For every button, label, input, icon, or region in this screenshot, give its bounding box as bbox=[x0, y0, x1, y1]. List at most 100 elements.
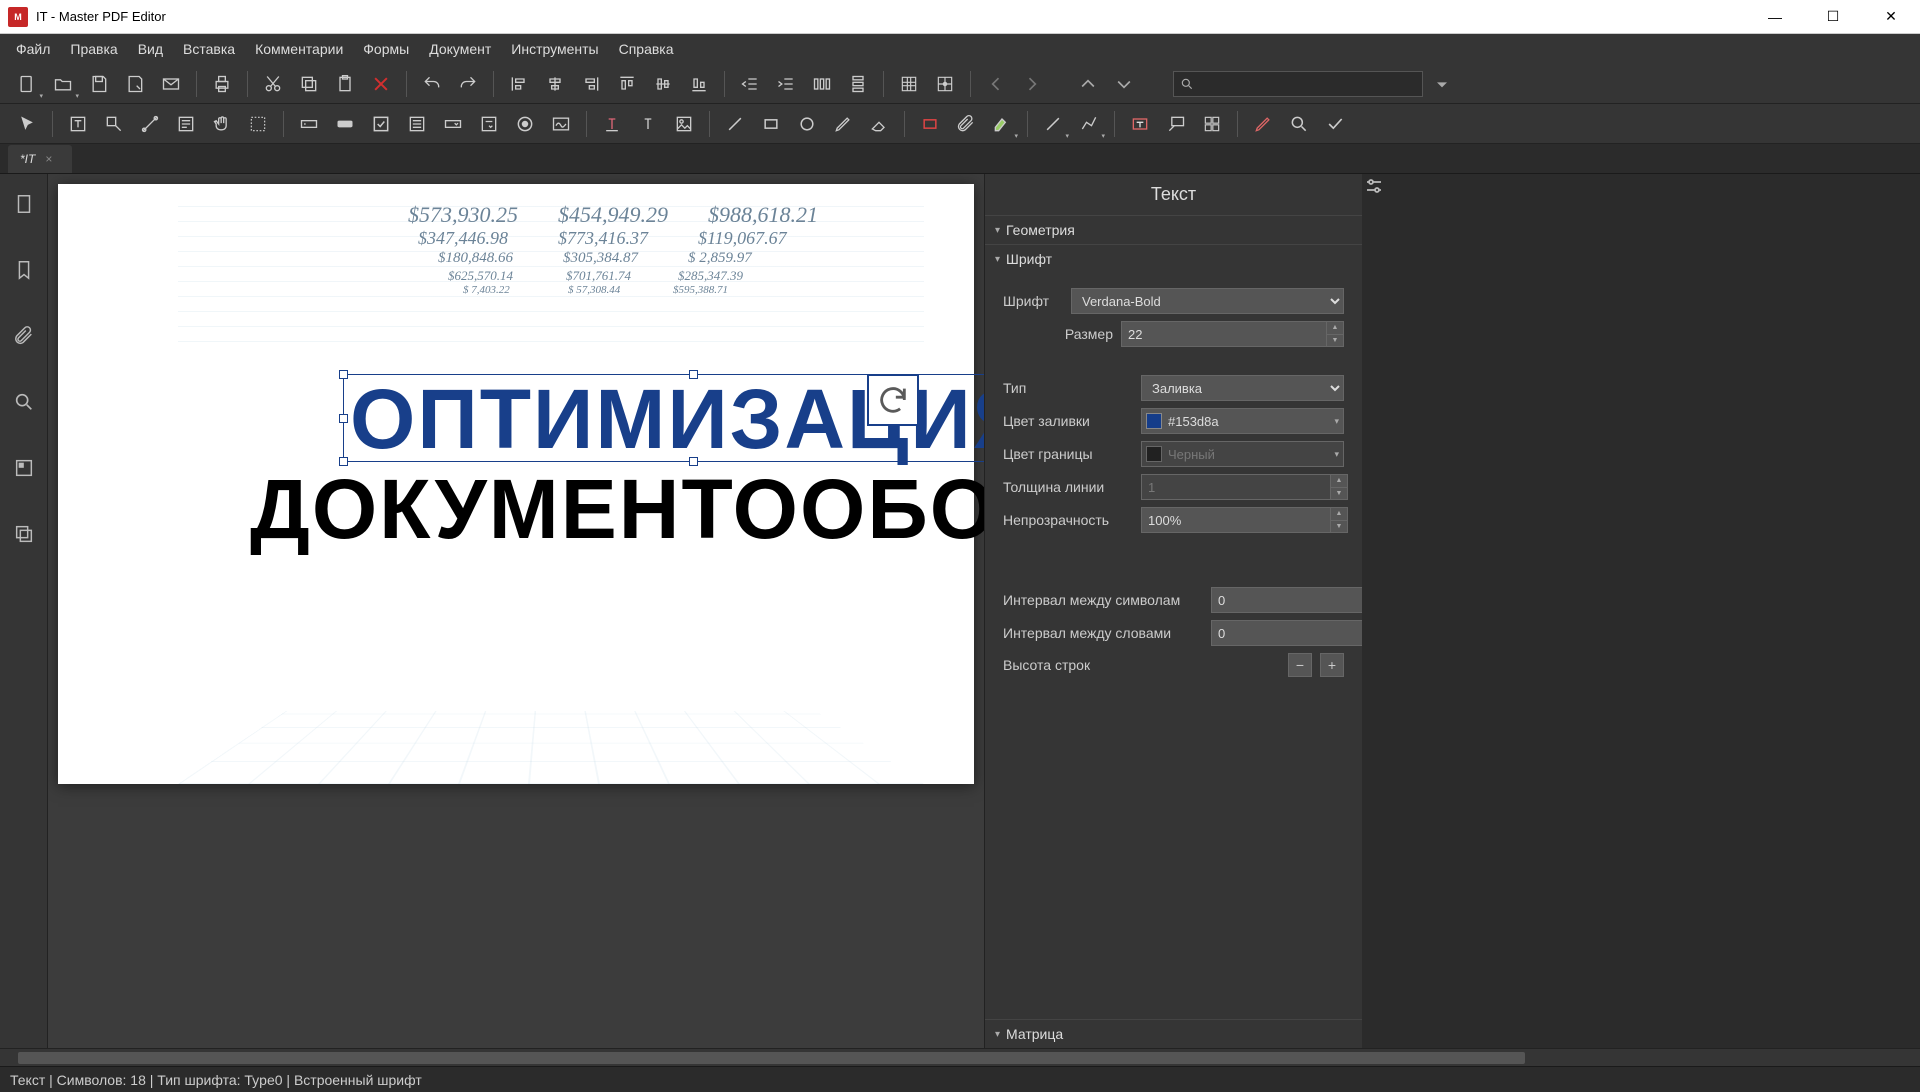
delete-button[interactable] bbox=[364, 67, 398, 101]
highlight-tool[interactable]: ▾ bbox=[985, 107, 1019, 141]
size-input[interactable] bbox=[1121, 321, 1327, 347]
search-panel-button[interactable] bbox=[4, 382, 44, 422]
section-font-header[interactable]: ▾ Шрифт bbox=[985, 245, 1362, 273]
pages-panel-button[interactable] bbox=[4, 184, 44, 224]
handle-tl[interactable] bbox=[339, 370, 348, 379]
button-tool[interactable] bbox=[328, 107, 362, 141]
zoom-tool[interactable] bbox=[1282, 107, 1316, 141]
prev-page-button[interactable] bbox=[979, 67, 1013, 101]
next-page-button[interactable] bbox=[1015, 67, 1049, 101]
edit-vector-tool[interactable] bbox=[133, 107, 167, 141]
opacity-input[interactable] bbox=[1141, 507, 1331, 533]
new-file-button[interactable]: ▾ bbox=[10, 67, 44, 101]
close-window-button[interactable]: ✕ bbox=[1862, 0, 1920, 33]
menu-view[interactable]: Вид bbox=[128, 36, 173, 62]
text-object-secondary[interactable]: ДОКУМЕНТООБОРОТА bbox=[250, 467, 984, 551]
search-input[interactable] bbox=[1200, 76, 1416, 91]
menu-file[interactable]: Файл bbox=[6, 36, 60, 62]
attachment-tool[interactable] bbox=[949, 107, 983, 141]
layers-panel-button[interactable] bbox=[4, 514, 44, 554]
distribute-h-button[interactable] bbox=[805, 67, 839, 101]
insert-text-tool[interactable] bbox=[595, 107, 629, 141]
text-field-tool[interactable] bbox=[292, 107, 326, 141]
canvas-scroll[interactable]: $573,930.25 $454,949.29 $988,618.21 $347… bbox=[48, 174, 984, 1048]
measure-tool[interactable] bbox=[1246, 107, 1280, 141]
select-tool[interactable] bbox=[241, 107, 275, 141]
pencil-tool[interactable] bbox=[826, 107, 860, 141]
checkbox-tool[interactable] bbox=[364, 107, 398, 141]
align-top-button[interactable] bbox=[610, 67, 644, 101]
polyline-tool[interactable]: ▾ bbox=[1072, 107, 1106, 141]
font-select[interactable]: Verdana-Bold bbox=[1071, 288, 1344, 314]
eraser-tool[interactable] bbox=[862, 107, 896, 141]
handle-tm[interactable] bbox=[689, 370, 698, 379]
redo-button[interactable] bbox=[451, 67, 485, 101]
linewidth-spinner[interactable]: ▲▼ bbox=[1330, 474, 1348, 500]
minimize-button[interactable]: — bbox=[1746, 0, 1804, 33]
paste-button[interactable] bbox=[328, 67, 362, 101]
line-tool[interactable] bbox=[718, 107, 752, 141]
email-button[interactable] bbox=[154, 67, 188, 101]
attachments-panel-button[interactable] bbox=[4, 316, 44, 356]
align-bottom-button[interactable] bbox=[682, 67, 716, 101]
tab-close-icon[interactable]: × bbox=[45, 152, 52, 166]
section-geometry-header[interactable]: ▾ Геометрия bbox=[985, 216, 1362, 244]
fill-type-select[interactable]: Заливка bbox=[1141, 375, 1344, 401]
page[interactable]: $573,930.25 $454,949.29 $988,618.21 $347… bbox=[58, 184, 974, 784]
maximize-button[interactable]: ☐ bbox=[1804, 0, 1862, 33]
align-left-button[interactable] bbox=[502, 67, 536, 101]
menu-tools[interactable]: Инструменты bbox=[501, 36, 608, 62]
horizontal-scrollbar[interactable] bbox=[0, 1048, 1920, 1066]
edit-object-tool[interactable] bbox=[97, 107, 131, 141]
combobox-list-tool[interactable] bbox=[472, 107, 506, 141]
link-rect-tool[interactable] bbox=[913, 107, 947, 141]
snap-button[interactable] bbox=[928, 67, 962, 101]
hand-tool[interactable] bbox=[205, 107, 239, 141]
insert-image-tool[interactable] bbox=[667, 107, 701, 141]
char-spacing-input[interactable] bbox=[1211, 587, 1362, 613]
menu-comments[interactable]: Комментарии bbox=[245, 36, 353, 62]
listbox-tool[interactable] bbox=[400, 107, 434, 141]
thumbnails-panel-button[interactable] bbox=[4, 448, 44, 488]
copy-button[interactable] bbox=[292, 67, 326, 101]
check-tool[interactable] bbox=[1318, 107, 1352, 141]
line-height-minus[interactable]: − bbox=[1288, 653, 1312, 677]
pointer-tool[interactable] bbox=[10, 107, 44, 141]
opacity-spinner[interactable]: ▲▼ bbox=[1330, 507, 1348, 533]
line-height-plus[interactable]: + bbox=[1320, 653, 1344, 677]
open-file-button[interactable]: ▾ bbox=[46, 67, 80, 101]
bookmarks-panel-button[interactable] bbox=[4, 250, 44, 290]
ellipse-tool[interactable] bbox=[790, 107, 824, 141]
fill-color-picker[interactable]: #153d8a ▾ bbox=[1141, 408, 1344, 434]
save-button[interactable] bbox=[82, 67, 116, 101]
menu-forms[interactable]: Формы bbox=[353, 36, 419, 62]
save-as-button[interactable] bbox=[118, 67, 152, 101]
edit-forms-tool[interactable] bbox=[169, 107, 203, 141]
combobox-tool[interactable] bbox=[436, 107, 470, 141]
menu-document[interactable]: Документ bbox=[419, 36, 501, 62]
scroll-down-button[interactable] bbox=[1107, 67, 1141, 101]
distribute-v-button[interactable] bbox=[841, 67, 875, 101]
stamp-tool[interactable] bbox=[1195, 107, 1229, 141]
indent-decrease-button[interactable] bbox=[733, 67, 767, 101]
callout-tool[interactable] bbox=[1159, 107, 1193, 141]
size-spinner[interactable]: ▲▼ bbox=[1326, 321, 1344, 347]
menu-insert[interactable]: Вставка bbox=[173, 36, 245, 62]
align-middle-button[interactable] bbox=[646, 67, 680, 101]
grid-button[interactable] bbox=[892, 67, 926, 101]
insert-text-plain-tool[interactable] bbox=[631, 107, 665, 141]
scroll-up-button[interactable] bbox=[1071, 67, 1105, 101]
align-center-h-button[interactable] bbox=[538, 67, 572, 101]
search-options-button[interactable] bbox=[1425, 67, 1459, 101]
rectangle-tool[interactable] bbox=[754, 107, 788, 141]
section-matrix-header[interactable]: ▾ Матрица bbox=[985, 1020, 1362, 1048]
align-right-button[interactable] bbox=[574, 67, 608, 101]
indent-increase-button[interactable] bbox=[769, 67, 803, 101]
line-width-input[interactable] bbox=[1141, 474, 1331, 500]
document-tab[interactable]: *IT × bbox=[8, 145, 72, 173]
undo-button[interactable] bbox=[415, 67, 449, 101]
settings-icon[interactable] bbox=[1362, 174, 1386, 198]
word-spacing-input[interactable] bbox=[1211, 620, 1362, 646]
stroke-color-picker[interactable]: Черный ▾ bbox=[1141, 441, 1344, 467]
menu-help[interactable]: Справка bbox=[609, 36, 684, 62]
